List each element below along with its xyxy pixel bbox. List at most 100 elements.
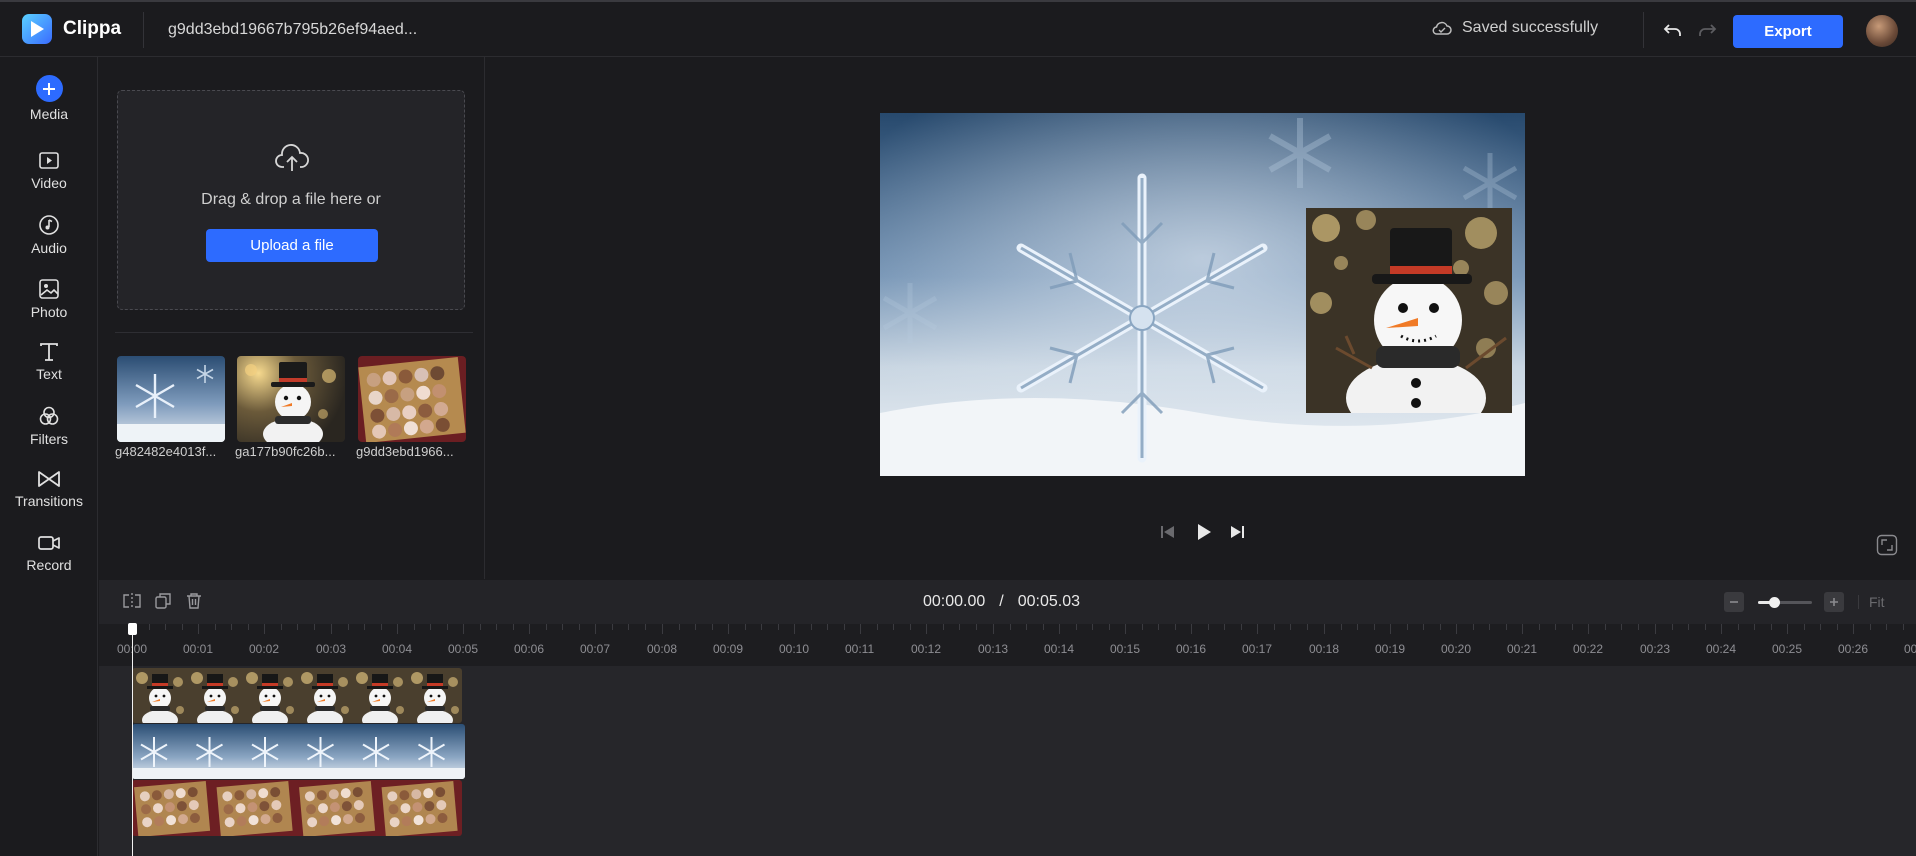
ruler-tick: [926, 624, 927, 634]
timeline-clip-snowman[interactable]: [132, 668, 462, 723]
media-asset-truffles[interactable]: [358, 356, 466, 442]
timecode: 00:00.00 / 00:05.03: [923, 593, 1080, 611]
skip-back-button[interactable]: [1158, 522, 1178, 542]
plus-icon: [35, 75, 63, 102]
upload-button[interactable]: Upload a file: [206, 229, 378, 262]
skip-forward-button[interactable]: [1227, 522, 1247, 542]
ruler-tick: [1224, 624, 1225, 630]
ruler-tick-label: 00:24: [1706, 642, 1737, 656]
ruler-tick: [1191, 624, 1192, 634]
ruler-tick: [513, 624, 514, 630]
ruler-tick: [959, 624, 960, 630]
drop-zone[interactable]: Drag & drop a file here or Upload a file: [117, 90, 465, 310]
sidebar-item-transitions[interactable]: Transitions: [0, 469, 98, 527]
divider: [143, 12, 144, 48]
sidebar-item-label: Transitions: [15, 493, 83, 509]
filters-icon: [39, 406, 59, 425]
fullscreen-button[interactable]: [1876, 534, 1898, 556]
ruler-tick: [496, 624, 497, 630]
app-name: Clippa: [63, 18, 122, 39]
ruler-tick: [1754, 624, 1755, 630]
ruler-tick: [1572, 624, 1573, 630]
sidebar-item-record[interactable]: Record: [0, 533, 98, 591]
undo-button[interactable]: [1662, 19, 1684, 41]
sidebar-item-photo[interactable]: Photo: [0, 278, 98, 336]
ruler-tick: [1820, 624, 1821, 630]
ruler-tick: [1688, 624, 1689, 630]
delete-button[interactable]: [184, 591, 204, 611]
zoom-slider[interactable]: [1758, 597, 1812, 608]
sidebar-item-label: Filters: [29, 431, 69, 447]
ruler-tick: [1621, 624, 1622, 630]
export-button[interactable]: Export: [1733, 15, 1843, 48]
zoom-in-button[interactable]: [1824, 592, 1844, 612]
skip-back-icon: [1161, 526, 1174, 538]
ruler-tick-label: 00:11: [845, 642, 875, 656]
ruler-tick-label: 00:04: [382, 642, 413, 656]
ruler-tick: [1886, 624, 1887, 630]
ruler-tick: [1539, 624, 1540, 630]
split-button[interactable]: [122, 591, 142, 611]
sidebar-item-filters[interactable]: Filters: [0, 405, 98, 463]
trash-icon: [187, 593, 201, 609]
media-asset-snowman[interactable]: [237, 356, 345, 442]
ruler-tick: [1837, 624, 1838, 630]
timeline-clip-truffles[interactable]: [132, 780, 462, 836]
avatar[interactable]: [1866, 15, 1898, 47]
overlay-image-snowman[interactable]: [1306, 208, 1512, 413]
ruler-tick: [1721, 624, 1722, 634]
minus-icon: [1730, 601, 1738, 603]
ruler-tick-label: 00:23: [1640, 642, 1671, 656]
ruler-tick: [1390, 624, 1391, 634]
undo-icon: [1663, 24, 1681, 36]
fit-button[interactable]: Fit: [1869, 594, 1885, 610]
time-separator: /: [999, 593, 1004, 610]
media-panel: Drag & drop a file here or Upload a file…: [99, 57, 485, 579]
skip-forward-icon: [1231, 526, 1244, 538]
sidebar-item-audio[interactable]: Audio: [0, 214, 98, 272]
play-icon: [1198, 524, 1211, 540]
audio-icon: [39, 215, 59, 235]
sidebar-item-label: Photo: [30, 304, 68, 320]
ruler-tick: [546, 624, 547, 630]
play-button[interactable]: [1193, 521, 1215, 543]
cloud-upload-icon: [275, 144, 309, 171]
ruler-tick: [778, 624, 779, 630]
video-icon: [39, 152, 59, 169]
zoom-out-button[interactable]: [1724, 592, 1744, 612]
sidebar-item-video[interactable]: Video: [0, 151, 98, 209]
sidebar-item-label: Media: [29, 106, 69, 122]
plus-icon: [1830, 598, 1838, 606]
media-asset-snowflake[interactable]: [117, 356, 225, 442]
sidebar-item-label: Video: [31, 175, 67, 191]
duplicate-button[interactable]: [153, 591, 173, 611]
ruler-tick: [761, 624, 762, 630]
ruler-tick: [728, 624, 729, 634]
timeline-clip-snowflake[interactable]: [132, 724, 465, 779]
ruler-tick-label: 00:22: [1573, 642, 1604, 656]
ruler-tick: [993, 624, 994, 634]
project-name[interactable]: g9dd3ebd19667b795b26ef94aed...: [168, 21, 417, 39]
ruler-tick: [215, 624, 216, 630]
ruler-tick-label: 00:02: [249, 642, 280, 656]
ruler-tick: [1274, 624, 1275, 630]
ruler-tick: [910, 624, 911, 630]
clippa-logo-icon[interactable]: [22, 14, 52, 44]
sidebar-item-media[interactable]: Media: [0, 75, 98, 133]
redo-icon: [1699, 24, 1717, 36]
sidebar-item-label: Text: [36, 366, 62, 382]
ruler-tick: [662, 624, 663, 634]
ruler-tick: [1771, 624, 1772, 630]
playhead[interactable]: [132, 624, 133, 856]
truffles-clip-frames: [132, 780, 462, 836]
redo-button[interactable]: [1696, 19, 1718, 41]
ruler-tick: [1853, 624, 1854, 634]
sidebar-item-text[interactable]: Text: [0, 342, 98, 400]
playhead-handle[interactable]: [128, 623, 137, 635]
zoom-slider-handle[interactable]: [1769, 597, 1780, 608]
snowman-thumbnail: [245, 362, 336, 442]
snowman-clip-frames: [132, 668, 462, 723]
ruler-tick: [182, 624, 183, 630]
ruler-tick: [430, 624, 431, 630]
ruler-tick: [529, 624, 530, 634]
